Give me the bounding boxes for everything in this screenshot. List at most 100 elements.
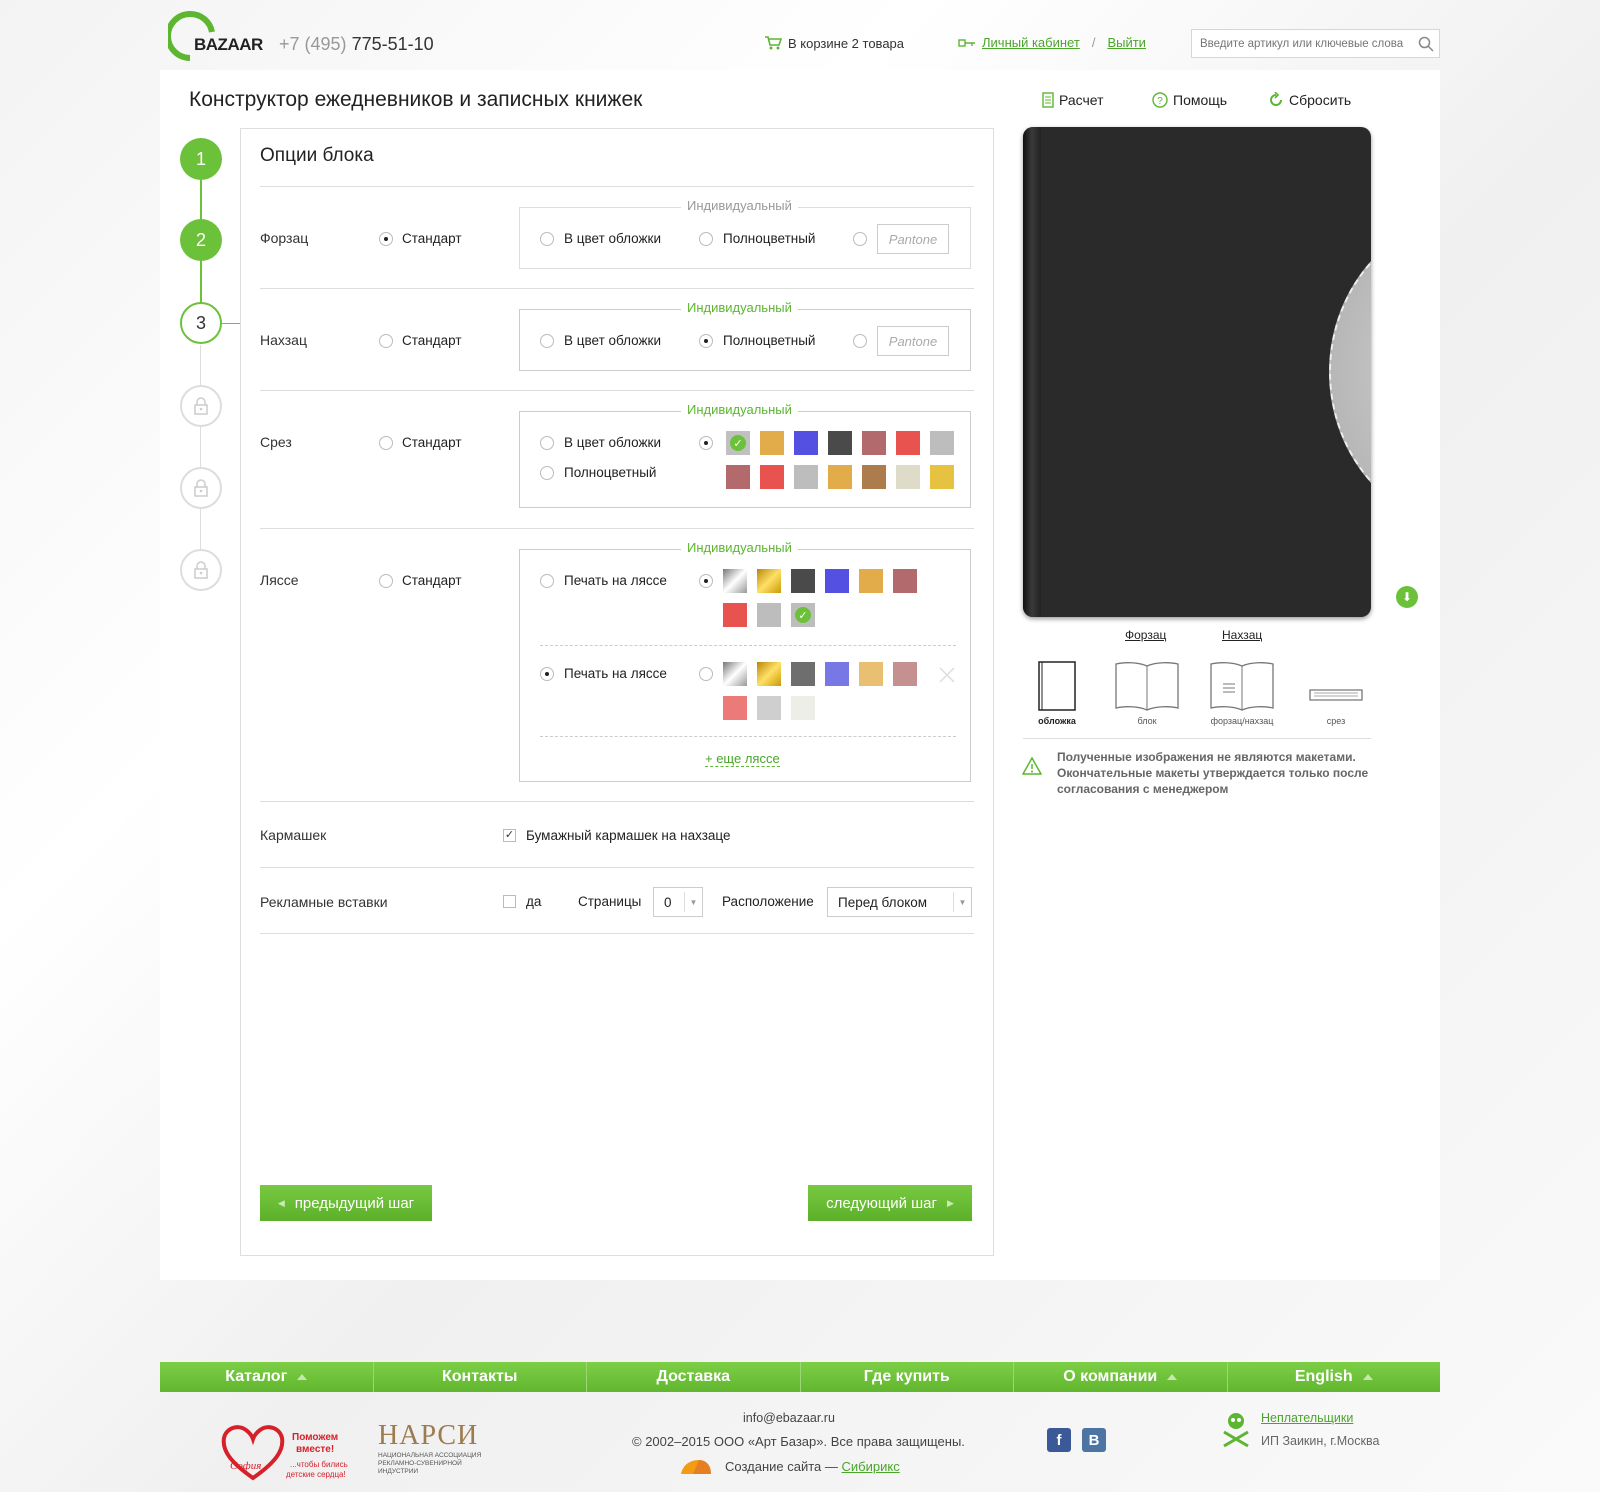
color-swatch[interactable]	[757, 662, 781, 686]
lyasse-print2-radio[interactable]	[540, 667, 554, 681]
lyasse-print1-radio[interactable]	[540, 574, 554, 588]
nahzac-pantone-radio[interactable]	[853, 334, 867, 348]
vk-icon[interactable]: B	[1082, 1428, 1106, 1452]
forzac-standard-radio[interactable]	[379, 232, 393, 246]
forzac-full-color-radio[interactable]	[699, 232, 713, 246]
color-swatch[interactable]	[859, 569, 883, 593]
position-value: Перед блоком	[838, 894, 928, 910]
preview-forzac-link[interactable]: Форзац	[1125, 628, 1166, 642]
srez-label: Срез	[260, 434, 292, 450]
color-swatch[interactable]	[757, 569, 781, 593]
color-swatch[interactable]	[757, 696, 781, 720]
more-lyasse-link[interactable]: + еще ляссе	[705, 751, 780, 767]
account-link[interactable]: Личный кабинет	[982, 35, 1080, 50]
color-swatch[interactable]	[896, 431, 920, 455]
prev-step-button[interactable]: ◀ предыдущий шаг	[260, 1185, 432, 1221]
remove-icon[interactable]	[938, 666, 956, 684]
color-swatch[interactable]: ✓	[726, 431, 750, 455]
color-swatch[interactable]	[930, 431, 954, 455]
lyasse-swatch2-radio[interactable]	[699, 667, 713, 681]
reset-button[interactable]: Сбросить	[1268, 92, 1351, 108]
phone-code: +7 (495)	[279, 34, 347, 54]
color-swatch[interactable]	[828, 431, 852, 455]
footer-dev-link[interactable]: Сибирикс	[842, 1459, 900, 1474]
thumb-endpaper[interactable]: форзац/нахзац	[1206, 660, 1278, 726]
inserts-checkbox[interactable]	[503, 895, 516, 908]
charity-sub2: детские сердца!	[286, 1470, 346, 1479]
forzac-standard-label: Стандарт	[402, 231, 462, 246]
footer-nav-about[interactable]: О компании	[1014, 1362, 1228, 1392]
color-swatch[interactable]	[862, 465, 886, 489]
color-swatch[interactable]	[760, 431, 784, 455]
footer-nav-contacts[interactable]: Контакты	[374, 1362, 587, 1392]
color-swatch[interactable]	[723, 569, 747, 593]
forzac-pantone-input[interactable]: Pantone	[877, 224, 949, 254]
footer-email[interactable]: info@ebazaar.ru	[743, 1411, 835, 1425]
next-step-button[interactable]: следующий шаг ▶	[808, 1185, 972, 1221]
color-swatch[interactable]	[825, 662, 849, 686]
footer-nav-delivery[interactable]: Доставка	[587, 1362, 801, 1392]
color-swatch[interactable]	[723, 662, 747, 686]
srez-swatch-radio[interactable]	[699, 436, 713, 450]
color-swatch[interactable]	[791, 696, 815, 720]
logout-link[interactable]: Выйти	[1107, 35, 1146, 50]
search-input[interactable]	[1191, 29, 1440, 58]
help-button[interactable]: ? Помощь	[1152, 92, 1227, 108]
step-3[interactable]: 3	[180, 302, 222, 344]
nonpayers-link[interactable]: Неплательщики	[1261, 1411, 1353, 1425]
forzac-cover-color-radio[interactable]	[540, 232, 554, 246]
logo[interactable]: BAZAAR	[165, 8, 263, 62]
step-2[interactable]: 2	[180, 219, 222, 261]
footer-nav-catalog[interactable]: Каталог	[160, 1362, 374, 1392]
color-swatch[interactable]	[893, 662, 917, 686]
srez-full-color-radio[interactable]	[540, 466, 554, 480]
nahzac-standard-radio[interactable]	[379, 334, 393, 348]
color-swatch[interactable]	[794, 465, 818, 489]
color-swatch[interactable]	[893, 569, 917, 593]
skull-crossbones-icon	[1223, 1413, 1249, 1448]
lyasse-standard-radio[interactable]	[379, 574, 393, 588]
footer-nav-english[interactable]: English	[1228, 1362, 1441, 1392]
thumb-cover[interactable]: обложка	[1021, 660, 1093, 726]
color-swatch[interactable]	[726, 465, 750, 489]
warning-icon	[1022, 756, 1042, 775]
color-swatch[interactable]	[896, 465, 920, 489]
color-swatch[interactable]: ✓	[791, 603, 815, 627]
color-swatch[interactable]	[791, 662, 815, 686]
lyasse-swatch1-radio[interactable]	[699, 574, 713, 588]
cart-link[interactable]: В корзине 2 товара	[764, 35, 904, 51]
color-swatch[interactable]	[825, 569, 849, 593]
help-icon: ?	[1152, 92, 1168, 108]
arrow-right-icon: ▶	[946, 1197, 954, 1208]
color-swatch[interactable]	[791, 569, 815, 593]
color-swatch[interactable]	[760, 465, 784, 489]
forzac-pantone-radio[interactable]	[853, 232, 867, 246]
srez-standard-radio[interactable]	[379, 436, 393, 450]
color-swatch[interactable]	[862, 431, 886, 455]
color-swatch[interactable]	[723, 603, 747, 627]
color-swatch[interactable]	[757, 603, 781, 627]
color-swatch[interactable]	[828, 465, 852, 489]
color-swatch[interactable]	[859, 662, 883, 686]
calc-button[interactable]: Расчет	[1042, 92, 1104, 108]
preview-nahzac-link[interactable]: Нахзац	[1222, 628, 1262, 642]
pages-select[interactable]: 0 ▼	[653, 887, 703, 917]
nahzac-pantone-input[interactable]: Pantone	[877, 326, 949, 356]
charity-banner[interactable]: София Поможем вместе! ...чтобы бились де…	[220, 1420, 350, 1484]
nahzac-full-color-radio[interactable]	[699, 334, 713, 348]
download-icon[interactable]: ⬇	[1396, 586, 1418, 608]
pocket-checkbox[interactable]: ✓	[503, 829, 516, 842]
color-swatch[interactable]	[930, 465, 954, 489]
step-1[interactable]: 1	[180, 138, 222, 180]
color-swatch[interactable]	[794, 431, 818, 455]
srez-cover-color-radio[interactable]	[540, 436, 554, 450]
narsi-logo[interactable]: НАРСИ НАЦИОНАЛЬНАЯ АССОЦИАЦИЯ РЕКЛАМНО-С…	[378, 1420, 498, 1476]
nahzac-cover-color-radio[interactable]	[540, 334, 554, 348]
search-icon[interactable]	[1418, 36, 1434, 52]
footer-nav-where-to-buy[interactable]: Где купить	[801, 1362, 1014, 1392]
thumb-block[interactable]: блок	[1111, 660, 1183, 726]
position-select[interactable]: Перед блоком ▼	[827, 887, 972, 917]
facebook-icon[interactable]: f	[1047, 1428, 1071, 1452]
thumb-edge[interactable]: срез	[1300, 660, 1372, 726]
color-swatch[interactable]	[723, 696, 747, 720]
